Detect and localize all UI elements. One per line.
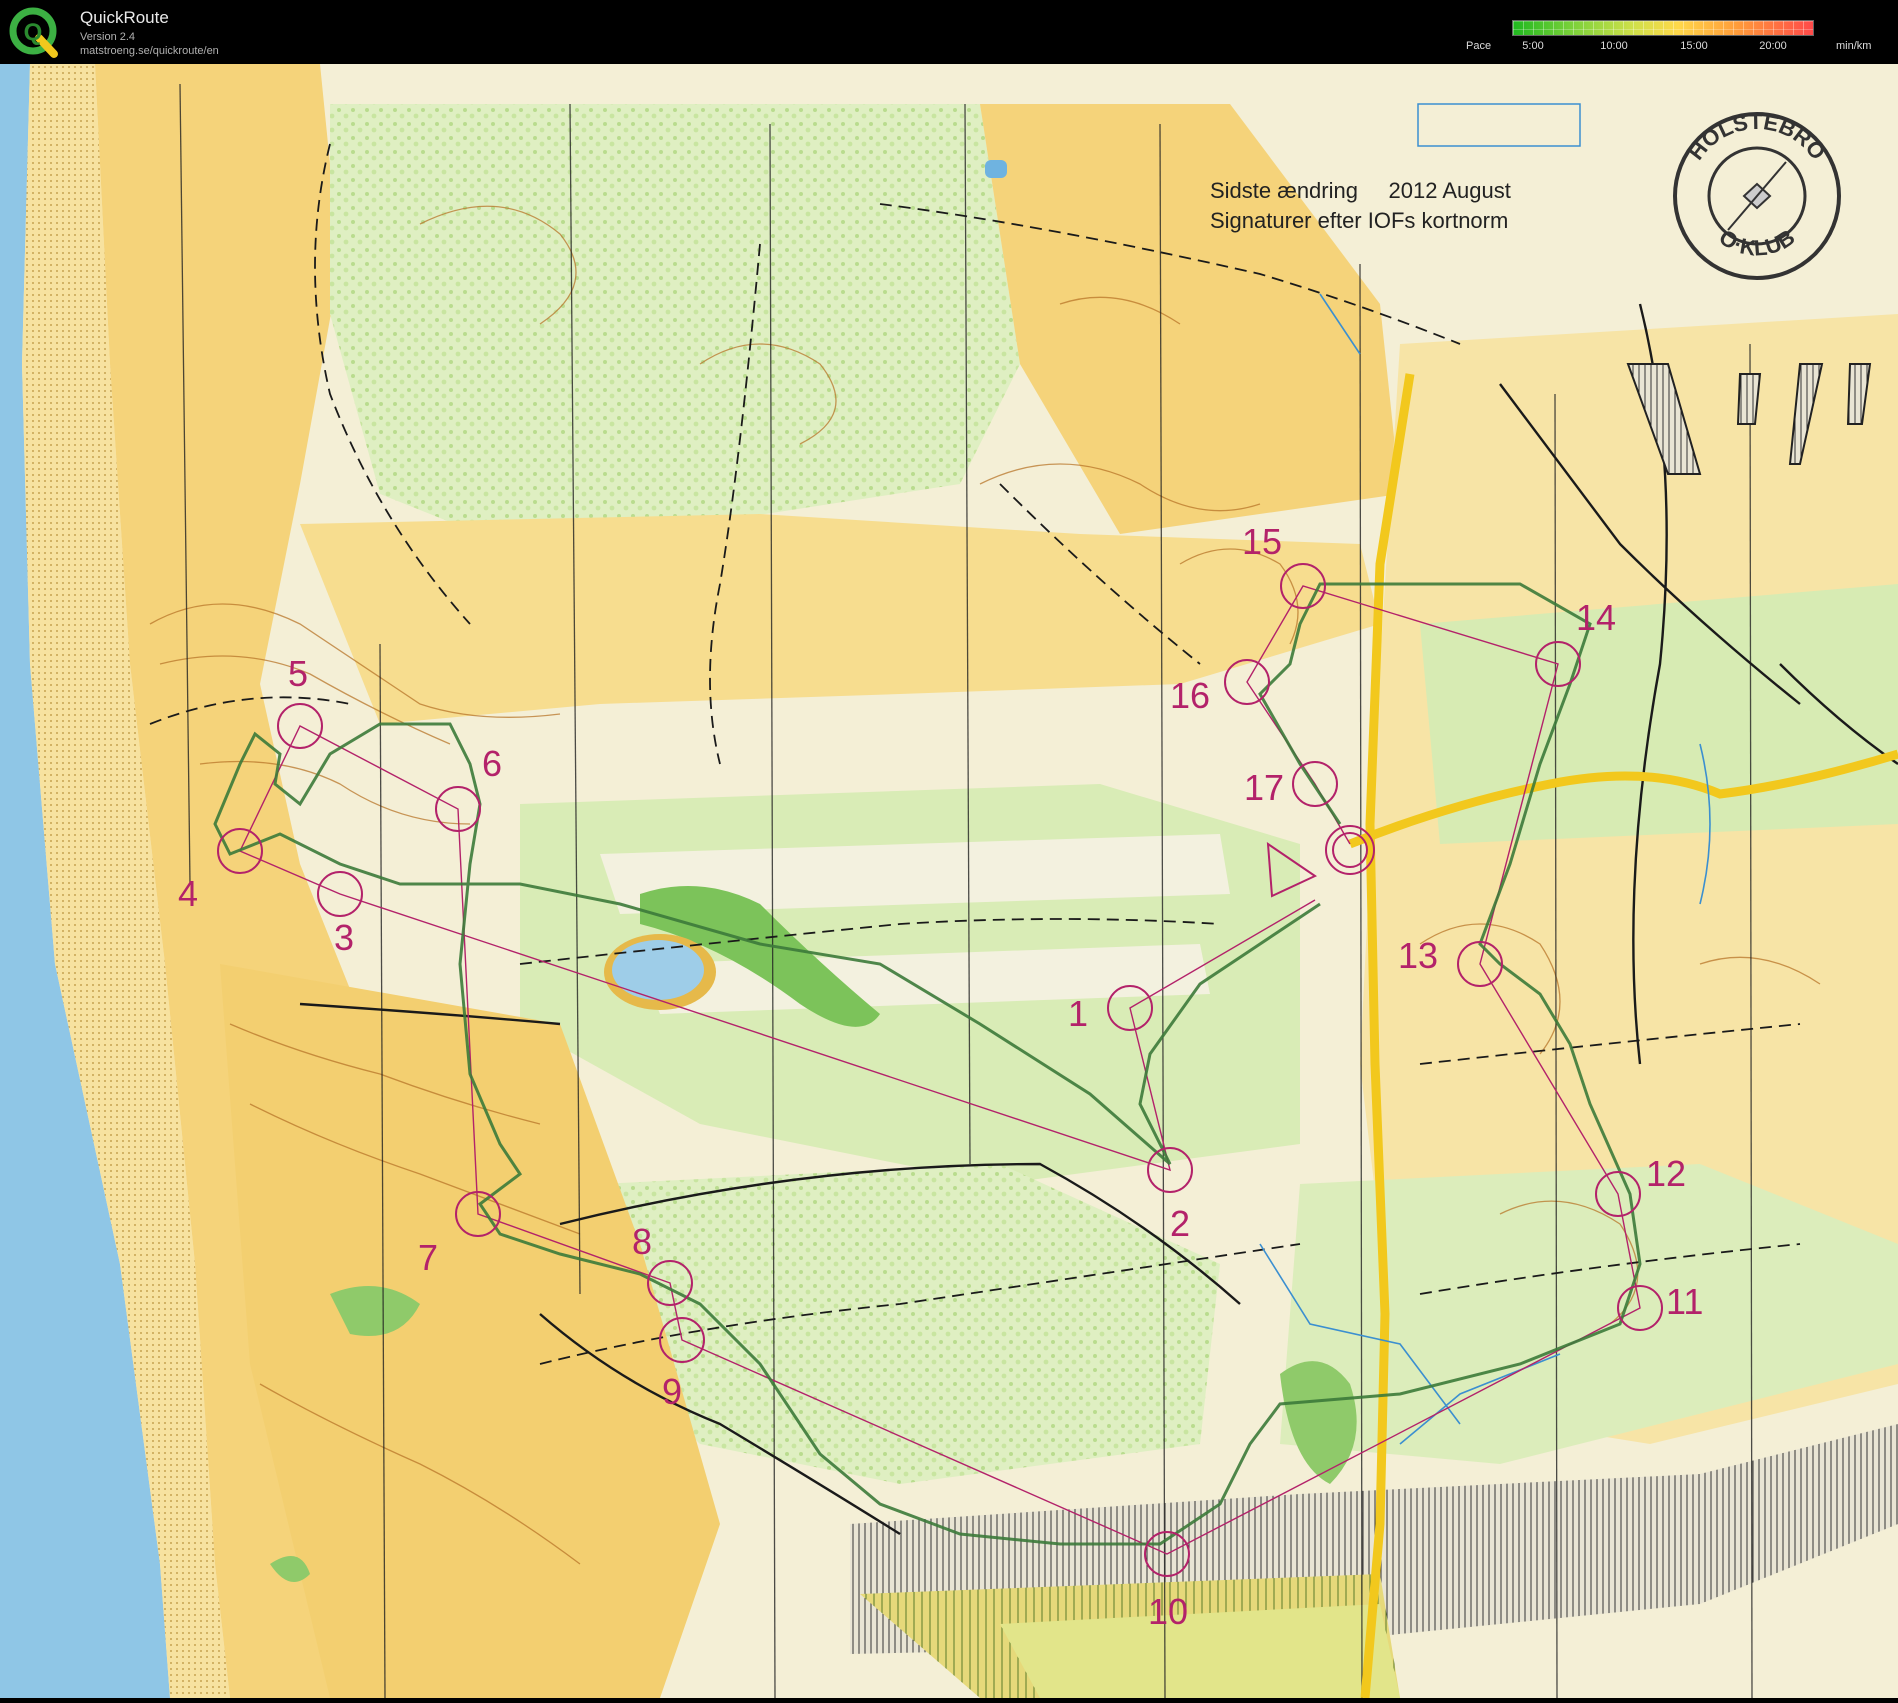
club-logo-icon: HOLSTEBRO O·KLUB xyxy=(1673,109,1841,280)
control-number-9: 9 xyxy=(662,1371,682,1412)
east-green-patch xyxy=(1420,584,1898,844)
control-number-8: 8 xyxy=(632,1221,652,1262)
orienteering-map[interactable]: 1 2 3 4 5 6 7 8 9 10 11 12 13 14 15 16 1… xyxy=(0,64,1898,1699)
control-number-10: 10 xyxy=(1148,1591,1188,1632)
pace-label: Pace xyxy=(1466,40,1492,52)
control-number-15: 15 xyxy=(1242,521,1282,562)
app-url[interactable]: matstroeng.se/quickroute/en xyxy=(80,45,219,57)
control-number-14: 14 xyxy=(1576,597,1616,638)
control-number-13: 13 xyxy=(1398,935,1438,976)
pace-tick-20: 20:00 xyxy=(1759,40,1787,52)
control-number-11: 11 xyxy=(1666,1281,1703,1322)
control-number-5: 5 xyxy=(288,653,308,694)
small-pond xyxy=(985,160,1007,178)
control-number-17: 17 xyxy=(1244,767,1284,808)
pace-tick-5: 5:00 xyxy=(1522,40,1544,52)
pace-unit: min/km xyxy=(1836,40,1872,52)
map-note-symbols: Signaturer efter IOFs kortnorm xyxy=(1210,208,1508,233)
control-number-6: 6 xyxy=(482,743,502,784)
control-number-7: 7 xyxy=(418,1237,438,1278)
control-number-2: 2 xyxy=(1170,1203,1190,1244)
app-header: Q QuickRoute Version 2.4 matstroeng.se/q… xyxy=(0,0,1898,64)
control-number-1: 1 xyxy=(1068,993,1088,1034)
svg-text:Q: Q xyxy=(24,19,43,46)
control-number-12: 12 xyxy=(1646,1153,1686,1194)
pace-tick-15: 15:00 xyxy=(1680,40,1708,52)
map-note-revision: Sidste ændring 2012 August xyxy=(1210,178,1511,203)
pace-color-scale[interactable] xyxy=(1512,20,1814,36)
map-canvas[interactable]: 1 2 3 4 5 6 7 8 9 10 11 12 13 14 15 16 1… xyxy=(0,64,1898,1699)
control-number-4: 4 xyxy=(178,873,198,914)
north-forest xyxy=(330,104,1020,534)
pace-tick-10: 10:00 xyxy=(1600,40,1628,52)
control-number-3: 3 xyxy=(334,917,354,958)
app-version: Version 2.4 xyxy=(80,31,136,43)
quickroute-logo-icon: Q xyxy=(9,7,58,58)
app-name: QuickRoute xyxy=(80,8,169,27)
control-number-16: 16 xyxy=(1170,675,1210,716)
